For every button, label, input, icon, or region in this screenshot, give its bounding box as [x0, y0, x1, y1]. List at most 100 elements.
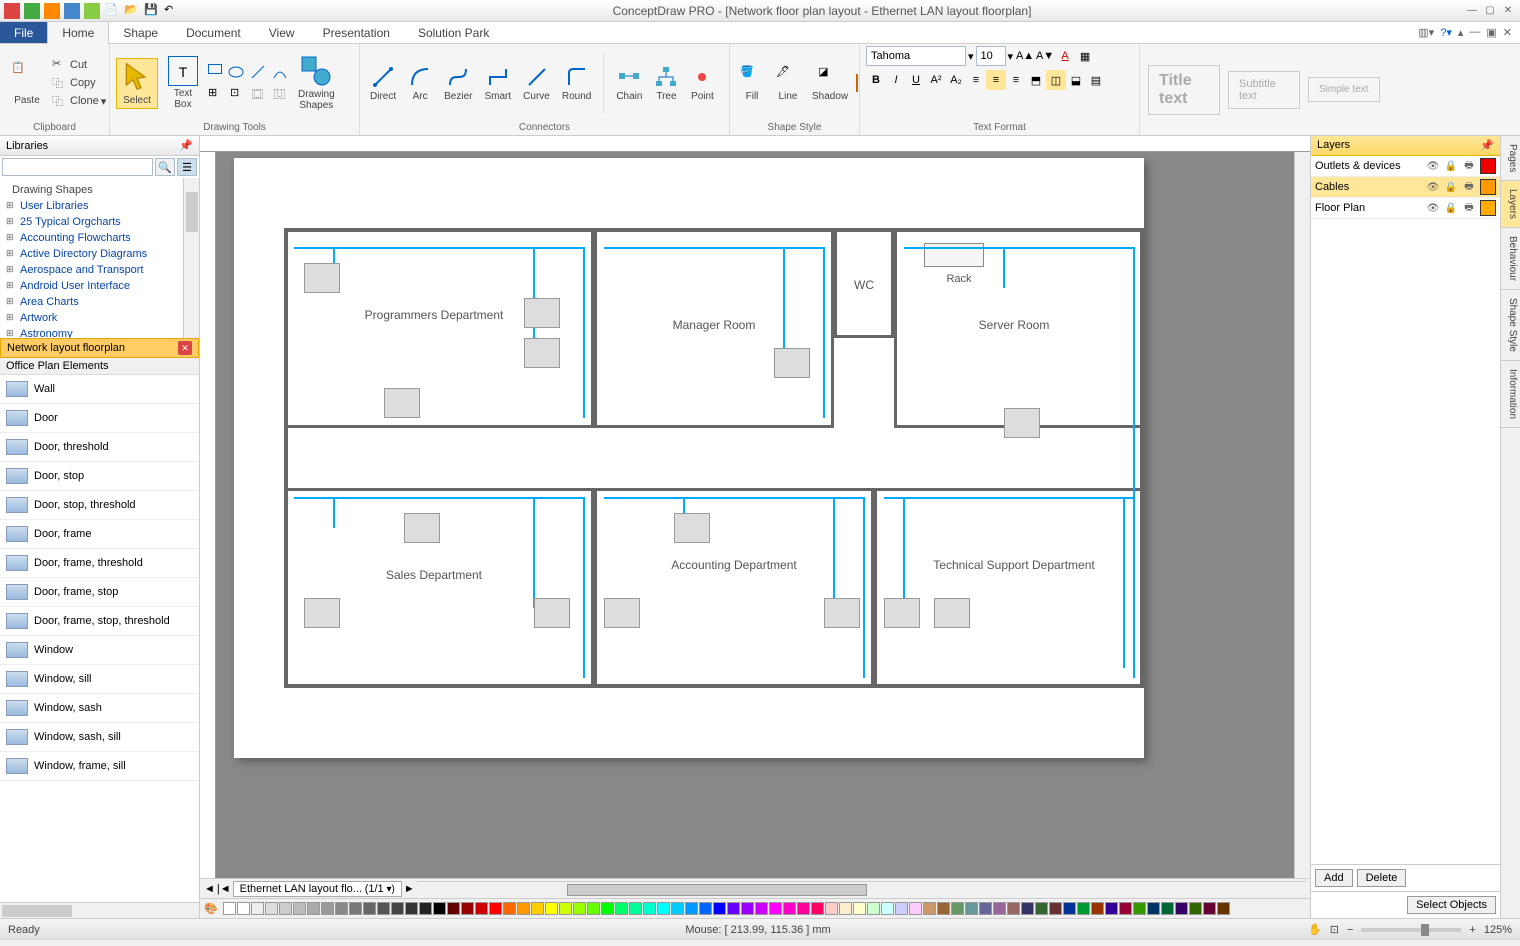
zoom-in-icon[interactable]: + [1469, 924, 1475, 936]
library-item[interactable]: Window [0, 636, 199, 665]
library-item[interactable]: Window, sill [0, 665, 199, 694]
save-icon[interactable]: 💾 [144, 3, 160, 19]
rect-tool-icon[interactable] [208, 64, 222, 74]
color-swatch[interactable] [517, 902, 530, 915]
align-icon[interactable]: ⊞ [208, 86, 224, 102]
color-swatch[interactable] [1077, 902, 1090, 915]
tab-next-icon[interactable]: ► [404, 883, 415, 895]
pc-shape[interactable] [674, 513, 710, 543]
color-swatch[interactable] [1217, 902, 1230, 915]
highlight-icon[interactable]: ▦ [1075, 46, 1095, 66]
pc-shape[interactable] [604, 598, 640, 628]
round-connector[interactable]: Round [558, 63, 595, 104]
ungroup-icon[interactable]: ⿶ [274, 86, 290, 102]
section-title[interactable]: Network layout floorplan [7, 342, 125, 354]
lock-icon[interactable]: 🔒 [1444, 159, 1458, 173]
group-icon[interactable]: ⿴ [252, 86, 268, 102]
color-swatch[interactable] [699, 902, 712, 915]
print-icon[interactable]: 🖶 [1462, 159, 1476, 173]
color-swatch[interactable] [1091, 902, 1104, 915]
color-swatch[interactable] [671, 902, 684, 915]
color-swatch[interactable] [447, 902, 460, 915]
color-swatch[interactable] [1035, 902, 1048, 915]
library-item[interactable]: Wall [0, 375, 199, 404]
color-swatch[interactable] [1189, 902, 1202, 915]
bezier-connector[interactable]: Bezier [440, 63, 476, 104]
tree-button[interactable]: Tree [650, 63, 682, 104]
preset-subtitle[interactable]: Subtitle text [1228, 71, 1300, 109]
select-tool[interactable]: Select [116, 58, 158, 109]
library-item[interactable]: Door, frame, stop [0, 578, 199, 607]
color-swatch[interactable] [363, 902, 376, 915]
color-swatch[interactable] [377, 902, 390, 915]
paste-button[interactable]: 📋 Paste [6, 59, 48, 108]
tree-item[interactable]: Accounting Flowcharts [6, 230, 193, 246]
tab-prev-icon[interactable]: ◄ [204, 883, 215, 895]
font-color-icon[interactable]: A [1055, 46, 1075, 66]
canvas-scroll-h[interactable] [417, 881, 1306, 897]
color-swatch[interactable] [1063, 902, 1076, 915]
pc-shape[interactable] [524, 338, 560, 368]
library-item[interactable]: Window, frame, sill [0, 752, 199, 781]
color-swatch[interactable] [965, 902, 978, 915]
new-icon[interactable]: 📄 [104, 3, 120, 19]
library-item[interactable]: Door, stop, threshold [0, 491, 199, 520]
color-swatch[interactable] [1049, 902, 1062, 915]
search-button[interactable]: 🔍 [155, 158, 175, 176]
shrink-font-icon[interactable]: A▼ [1035, 46, 1055, 66]
window-icon[interactable]: ▥▾ [1418, 26, 1434, 39]
color-swatch[interactable] [1105, 902, 1118, 915]
undo-icon[interactable]: ↶ [164, 3, 180, 19]
align-left-icon[interactable]: ≡ [966, 70, 986, 90]
sidetab-information[interactable]: Information [1501, 361, 1520, 428]
open-icon[interactable]: 📂 [124, 3, 140, 19]
color-swatch[interactable] [433, 902, 446, 915]
pc-shape[interactable] [304, 263, 340, 293]
color-swatch[interactable] [853, 902, 866, 915]
tree-item[interactable]: Artwork [6, 310, 193, 326]
color-swatch[interactable] [1175, 902, 1188, 915]
sidetab-shapestyle[interactable]: Shape Style [1501, 290, 1520, 361]
sidetab-layers[interactable]: Layers [1501, 181, 1520, 228]
drawing-shapes-button[interactable]: Drawing Shapes [294, 53, 339, 113]
color-swatch[interactable] [685, 902, 698, 915]
color-swatch[interactable] [797, 902, 810, 915]
color-swatch[interactable] [1007, 902, 1020, 915]
add-layer-button[interactable]: Add [1315, 869, 1353, 887]
zoom-slider[interactable] [1361, 928, 1461, 932]
arc-connector[interactable]: Arc [404, 63, 436, 104]
color-swatch[interactable] [909, 902, 922, 915]
library-item[interactable]: Window, sash [0, 694, 199, 723]
style-gallery-icon[interactable] [856, 74, 858, 92]
minimize-icon[interactable]: — [1464, 5, 1480, 17]
italic-icon[interactable]: I [886, 70, 906, 90]
layer-row[interactable]: Outlets & devices👁🔒🖶 [1311, 156, 1500, 177]
copy-button[interactable]: ⿻Copy [52, 75, 106, 91]
color-swatch[interactable] [1203, 902, 1216, 915]
page-tab[interactable]: Ethernet LAN layout flo... (1/1 ▾) [233, 881, 402, 897]
color-swatch[interactable] [531, 902, 544, 915]
color-swatch[interactable] [1161, 902, 1174, 915]
print-icon[interactable]: 🖶 [1462, 180, 1476, 194]
color-swatch[interactable] [811, 902, 824, 915]
tree-item[interactable]: 25 Typical Orgcharts [6, 214, 193, 230]
help-icon[interactable]: ?▾ [1440, 26, 1452, 39]
fill-button[interactable]: 🪣Fill [736, 63, 768, 104]
library-item[interactable]: Door [0, 404, 199, 433]
valign-bot-icon[interactable]: ⬓ [1066, 70, 1086, 90]
color-swatch[interactable] [895, 902, 908, 915]
color-swatch[interactable] [881, 902, 894, 915]
color-swatch[interactable] [923, 902, 936, 915]
library-item[interactable]: Door, frame, stop, threshold [0, 607, 199, 636]
color-swatch[interactable] [279, 902, 292, 915]
pin-icon[interactable]: 📌 [1480, 139, 1494, 152]
color-swatch[interactable] [321, 902, 334, 915]
rack-shape[interactable] [924, 243, 984, 267]
pc-shape[interactable] [1004, 408, 1040, 438]
layer-row[interactable]: Floor Plan👁🔒🖶 [1311, 198, 1500, 219]
library-item[interactable]: Window, sash, sill [0, 723, 199, 752]
layer-color[interactable] [1480, 158, 1496, 174]
layer-row[interactable]: Cables👁🔒🖶 [1311, 177, 1500, 198]
text-block-icon[interactable]: ▤ [1086, 70, 1106, 90]
color-swatch[interactable] [1133, 902, 1146, 915]
